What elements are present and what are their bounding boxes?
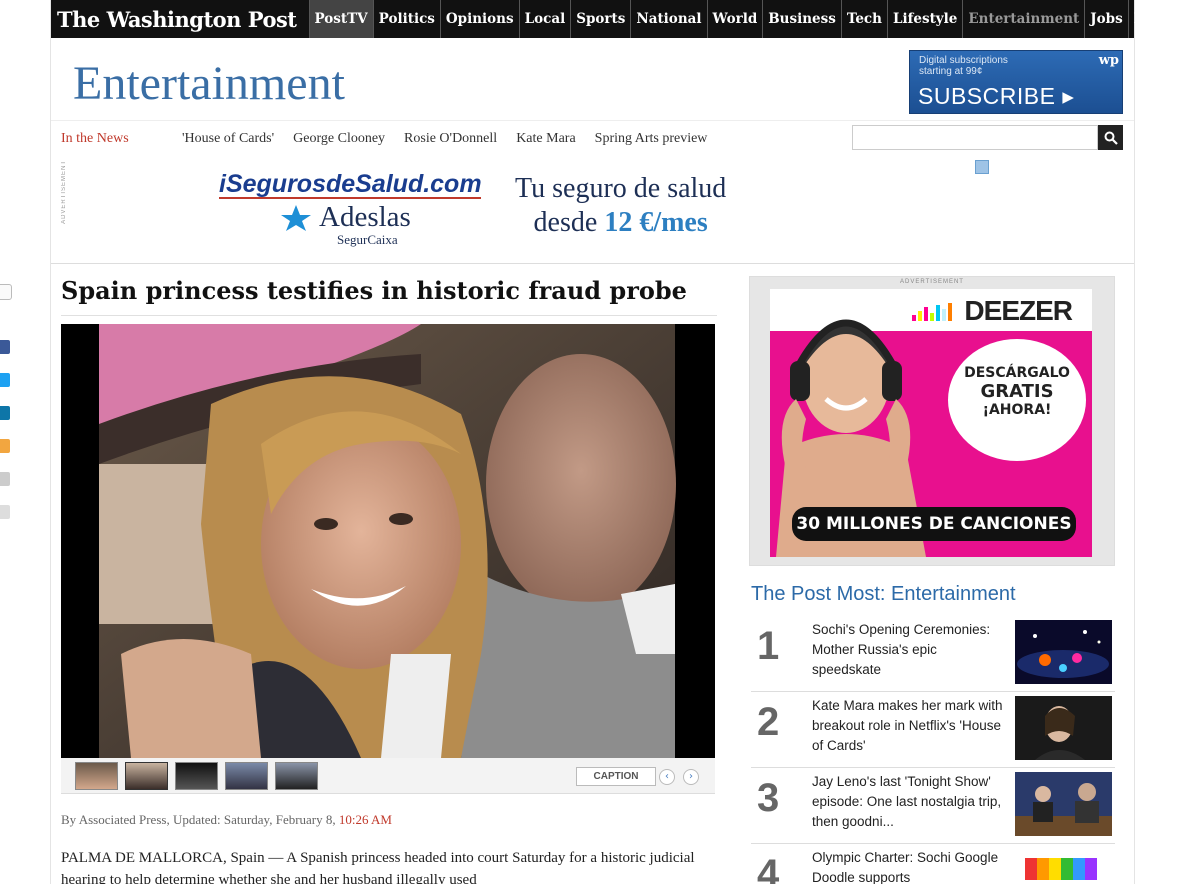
list-item[interactable]: 2 Kate Mara makes her mark with breakout… <box>751 692 1115 768</box>
deezer-logo: DEEZER <box>964 295 1073 326</box>
badge-line1: DESCÁRGALO <box>964 365 1070 381</box>
page: The Washington Post PostTV Politics Opin… <box>50 0 1173 884</box>
search-button[interactable] <box>1098 125 1123 150</box>
most-item-thumbnail[interactable] <box>1015 772 1112 836</box>
linkedin-icon[interactable] <box>0 406 10 420</box>
adeslas-star-icon <box>281 204 311 231</box>
ad-label: ADVERTISEMENT <box>61 160 67 224</box>
search-box <box>852 125 1123 150</box>
byline-text: By Associated Press, Updated: Saturday, … <box>61 812 339 827</box>
nav-item-national[interactable]: National <box>630 0 706 38</box>
rank-number: 1 <box>757 624 780 668</box>
news-link-kate-mara[interactable]: Kate Mara <box>516 131 575 147</box>
ad-copy-line2: desde 12 €/mes <box>515 206 726 240</box>
news-link-house-of-cards[interactable]: 'House of Cards' <box>182 131 274 147</box>
print-icon[interactable] <box>0 505 10 519</box>
list-item[interactable]: 4 Olympic Charter: Sochi Google Doodle s… <box>751 844 1115 884</box>
nav-item-world[interactable]: World <box>706 0 763 38</box>
twitter-icon[interactable] <box>0 373 10 387</box>
comment-count-icon[interactable] <box>0 284 12 300</box>
ad-brand-name: iSegurosdeSalud.com <box>219 170 482 198</box>
most-item-link[interactable]: Jay Leno's last 'Tonight Show' episode: … <box>812 772 1008 832</box>
most-item-link[interactable]: Sochi's Opening Ceremonies: Mother Russi… <box>812 620 1008 680</box>
top-nav: The Washington Post PostTV Politics Opin… <box>51 0 1173 38</box>
wp-mini-logo: wp <box>1098 53 1119 68</box>
article-body: PALMA DE MALLORCA, Spain — A Spanish pri… <box>61 850 695 884</box>
article-headline: Spain princess testifies in historic fra… <box>61 276 717 316</box>
in-the-news-links: 'House of Cards' George Clooney Rosie O'… <box>182 131 707 147</box>
nav-item-business[interactable]: Business <box>762 0 841 38</box>
post-most-title[interactable]: The Post Most: Entertainment <box>751 583 1016 606</box>
nav-item-jobs[interactable]: Jobs <box>1084 0 1127 38</box>
list-item[interactable]: 1 Sochi's Opening Ceremonies: Mother Rus… <box>751 616 1115 692</box>
facebook-icon[interactable] <box>0 340 10 354</box>
reddit-icon[interactable] <box>0 439 10 453</box>
post-most-list: 1 Sochi's Opening Ceremonies: Mother Rus… <box>751 616 1115 884</box>
rank-number: 2 <box>757 700 780 744</box>
subscribe-promo-text: Digital subscriptions starting at 99¢ <box>919 55 1008 77</box>
search-input[interactable] <box>852 125 1098 150</box>
ad-copy: Tu seguro de salud desde 12 €/mes <box>515 172 726 240</box>
subscribe-button[interactable]: Digital subscriptions starting at 99¢ SU… <box>909 50 1123 114</box>
ad-copy-prefix: desde <box>533 207 605 238</box>
search-icon <box>1104 131 1118 145</box>
adeslas-name: Adeslas <box>319 201 411 233</box>
in-the-news-bar: In the News 'House of Cards' George Cloo… <box>51 120 1134 154</box>
adchoices-icon[interactable] <box>975 160 989 174</box>
nav-item-opinions[interactable]: Opinions <box>439 0 519 38</box>
nav-item-sports[interactable]: Sports <box>570 0 630 38</box>
badge-line2: GRATIS <box>980 381 1054 402</box>
news-link-rosie-odonnell[interactable]: Rosie O'Donnell <box>404 131 497 147</box>
gallery-thumb[interactable] <box>225 762 268 790</box>
article-byline: By Associated Press, Updated: Saturday, … <box>61 812 392 828</box>
nav-item-tech[interactable]: Tech <box>840 0 887 38</box>
byline-time: 10:26 AM <box>338 812 392 827</box>
list-item[interactable]: 3 Jay Leno's last 'Tonight Show' episode… <box>751 768 1115 844</box>
gallery-thumb[interactable] <box>125 762 168 790</box>
nav-item-local[interactable]: Local <box>518 0 571 38</box>
download-free-badge: DESCÁRGALO GRATIS ¡AHORA! <box>948 339 1086 461</box>
nav-item-more[interactable]: More <box>1127 0 1179 38</box>
gallery-next-button[interactable]: › <box>683 769 699 785</box>
ad-copy-line1: Tu seguro de salud <box>515 173 727 204</box>
ad-brand: iSegurosdeSalud.com Adeslas SegurCaixa <box>219 170 489 248</box>
gallery-thumb[interactable] <box>175 762 218 790</box>
news-link-george-clooney[interactable]: George Clooney <box>293 131 385 147</box>
deezer-ad: DEEZER DESCÁRGALO GRATIS ¡AHORA! 30 MILL… <box>770 289 1092 557</box>
section-header: Entertainment Digital subscriptions star… <box>51 38 1134 120</box>
section-title[interactable]: Entertainment <box>73 56 345 111</box>
article-photo[interactable] <box>61 324 715 758</box>
deezer-strip: 30 MILLONES DE CANCIONES <box>792 507 1076 541</box>
banner-ad[interactable]: ADVERTISEMENT iSegurosdeSalud.com Adesla… <box>51 154 1134 264</box>
adeslas-subbrand: SegurCaixa <box>337 232 398 247</box>
in-the-news-label: In the News <box>61 131 129 146</box>
share-rail <box>0 280 16 538</box>
most-item-thumbnail[interactable] <box>1015 696 1112 760</box>
subscribe-label: SUBSCRIBE ▸ <box>918 83 1075 109</box>
adeslas-logo: Adeslas <box>279 201 489 234</box>
email-icon[interactable] <box>0 472 10 486</box>
photo-image <box>61 324 715 758</box>
gallery-thumb[interactable] <box>275 762 318 790</box>
wapo-logo[interactable]: The Washington Post <box>57 7 309 32</box>
gallery-thumb[interactable] <box>75 762 118 790</box>
nav-item-lifestyle[interactable]: Lifestyle <box>886 0 962 38</box>
nav-item-posttv[interactable]: PostTV <box>308 0 373 38</box>
badge-line3: ¡AHORA! <box>982 402 1052 418</box>
nav-item-entertainment[interactable]: Entertainment <box>962 0 1084 38</box>
rank-number: 3 <box>757 776 780 820</box>
most-item-thumbnail[interactable] <box>1015 620 1112 684</box>
rank-number: 4 <box>757 852 780 884</box>
caption-button[interactable]: CAPTION <box>576 767 656 786</box>
ad-copy-price: 12 €/mes <box>604 207 708 238</box>
most-item-link[interactable]: Olympic Charter: Sochi Google Doodle sup… <box>812 848 1008 884</box>
news-link-spring-arts[interactable]: Spring Arts preview <box>595 131 708 147</box>
nav-item-politics[interactable]: Politics <box>372 0 440 38</box>
most-item-thumbnail[interactable] <box>1015 848 1112 884</box>
photo-gallery-bar: CAPTION ‹ › <box>61 758 715 794</box>
most-item-link[interactable]: Kate Mara makes her mark with breakout r… <box>812 696 1008 756</box>
sidebar-ad[interactable]: ADVERTISEMENT DEEZER DESCÁRGALO GRATIS ¡… <box>749 276 1115 566</box>
sidebar-ad-label: ADVERTISEMENT <box>900 279 964 285</box>
gallery-prev-button[interactable]: ‹ <box>659 769 675 785</box>
